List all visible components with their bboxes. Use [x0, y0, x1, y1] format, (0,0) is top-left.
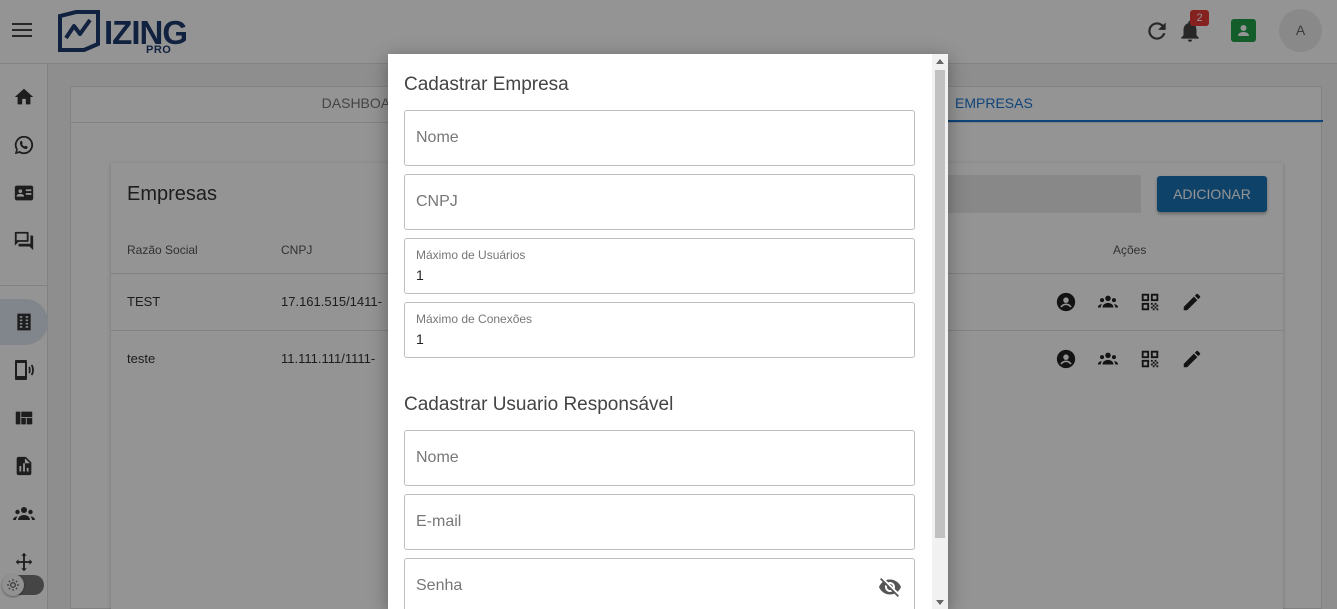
max-connections-label: Máximo de Conexões: [416, 312, 533, 326]
user-name-placeholder: Nome: [416, 449, 459, 466]
register-company-dialog: Cadastrar Empresa Nome CNPJ Máximo de Us…: [388, 54, 948, 609]
max-connections-value: 1: [416, 331, 424, 347]
user-name-field[interactable]: Nome: [404, 430, 915, 486]
visibility-off-icon[interactable]: [878, 575, 902, 599]
max-users-value: 1: [416, 267, 424, 283]
scroll-thumb[interactable]: [935, 70, 945, 538]
max-users-field[interactable]: Máximo de Usuários 1: [404, 238, 915, 294]
email-placeholder: E-mail: [416, 513, 462, 530]
dialog-scrollbar[interactable]: [932, 54, 948, 609]
company-section-title: Cadastrar Empresa: [404, 74, 569, 95]
scroll-down-arrow[interactable]: [936, 600, 944, 605]
cnpj-placeholder: CNPJ: [416, 193, 458, 210]
cnpj-field[interactable]: CNPJ: [404, 174, 915, 230]
user-section-title: Cadastrar Usuario Responsável: [404, 394, 674, 415]
password-field[interactable]: Senha: [404, 558, 915, 609]
company-name-field[interactable]: Nome: [404, 110, 915, 166]
max-connections-field[interactable]: Máximo de Conexões 1: [404, 302, 915, 358]
max-users-label: Máximo de Usuários: [416, 248, 526, 262]
password-placeholder: Senha: [416, 577, 463, 594]
company-name-placeholder: Nome: [416, 129, 459, 146]
email-field[interactable]: E-mail: [404, 494, 915, 550]
scroll-up-arrow[interactable]: [936, 59, 944, 64]
